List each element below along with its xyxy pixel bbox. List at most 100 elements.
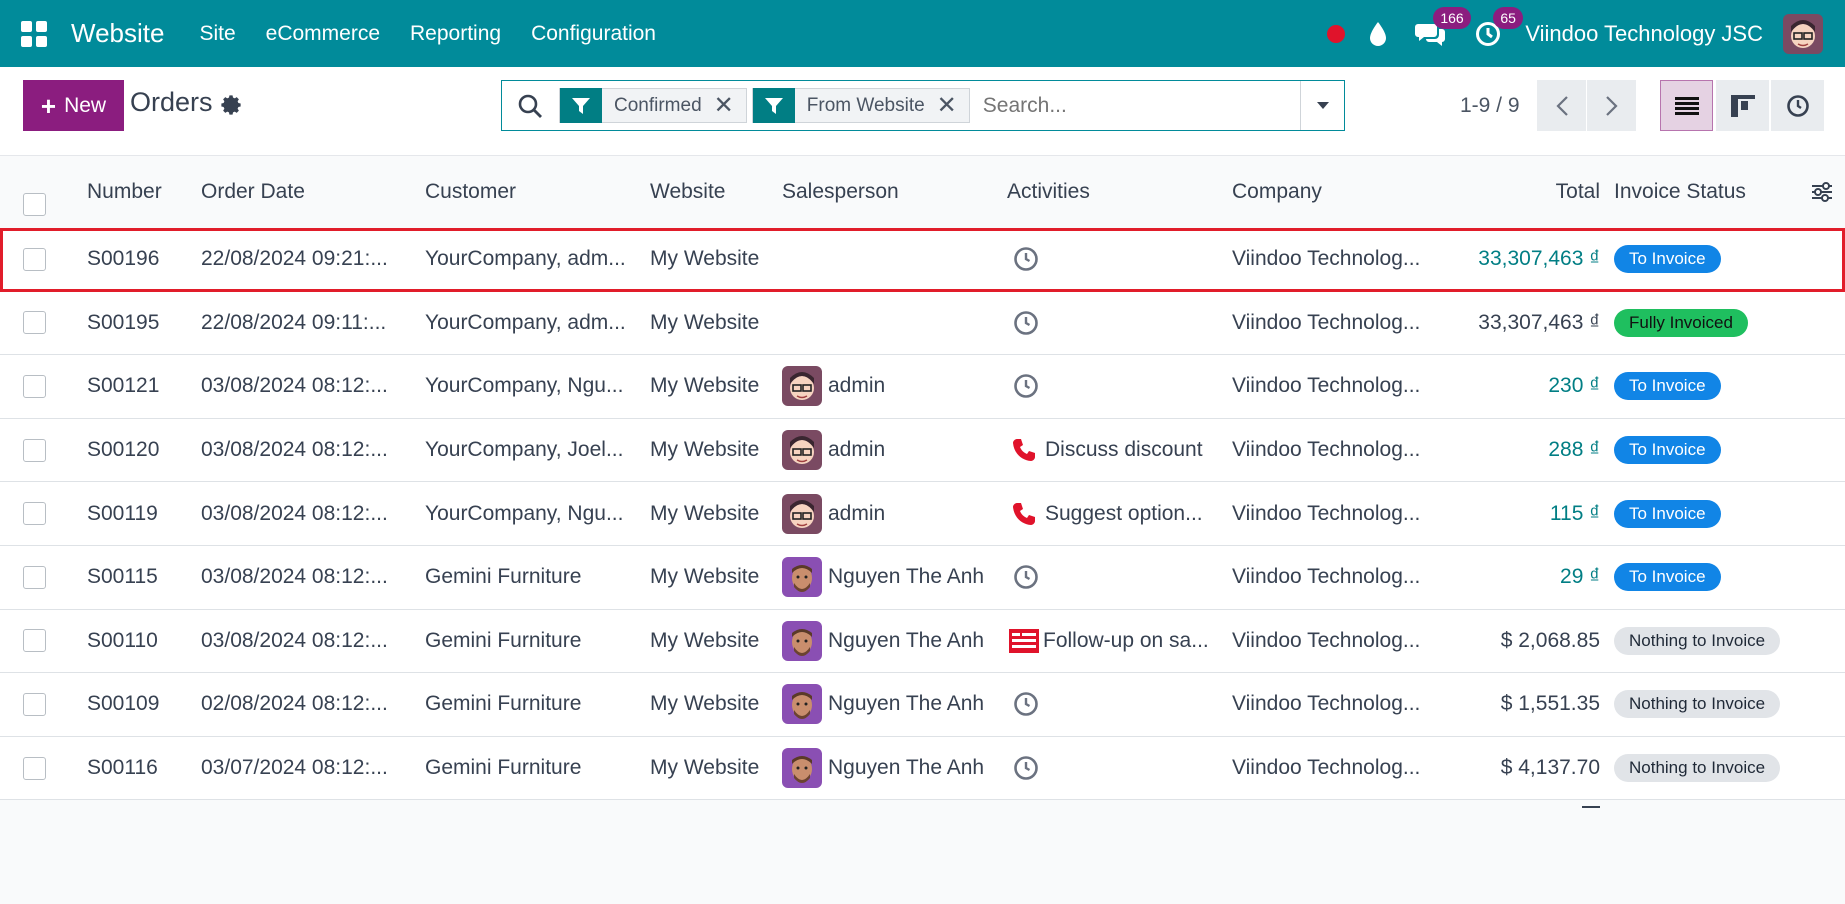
activity[interactable]: Follow-up on sa... [1007, 628, 1217, 653]
gear-icon[interactable] [220, 94, 242, 116]
header-invoice-status[interactable]: Invoice Status [1614, 180, 1834, 204]
activity[interactable]: Suggest option... [1007, 501, 1217, 527]
activity-view-button[interactable] [1771, 80, 1824, 131]
search-bar: Confirmed ✕ From Website ✕ [501, 80, 1345, 131]
salesperson-avatar[interactable] [782, 366, 822, 407]
plus-icon: + [40, 90, 57, 121]
row-checkbox[interactable] [23, 311, 46, 335]
new-button[interactable]: + New [23, 80, 124, 131]
select-all-checkbox[interactable] [23, 193, 46, 216]
customer-name: Gemini Furniture [425, 756, 582, 780]
activity[interactable] [1007, 691, 1217, 717]
row-checkbox[interactable] [23, 502, 46, 526]
order-date: 02/08/2024 08:12:... [201, 692, 388, 716]
row-checkbox[interactable] [23, 374, 46, 398]
clock-icon[interactable] [1013, 564, 1039, 590]
header-total[interactable]: Total [1438, 180, 1600, 204]
website-name: My Website [650, 438, 760, 462]
invoice-status: Nothing to Invoice [1614, 626, 1834, 655]
company-switcher[interactable]: Viindoo Technology JSC [1525, 21, 1763, 47]
status-badge: To Invoice [1614, 372, 1721, 401]
activity[interactable] [1007, 564, 1217, 590]
activity[interactable]: Discuss discount [1007, 437, 1217, 463]
header-customer[interactable]: Customer [425, 180, 635, 204]
salesperson-avatar[interactable] [782, 620, 822, 661]
pager-value[interactable]: 1-9 / 9 [1460, 94, 1520, 118]
clock-icon[interactable] [1013, 246, 1039, 272]
header-company[interactable]: Company [1232, 180, 1434, 204]
salesperson-avatar[interactable] [782, 493, 822, 534]
list-view-button[interactable] [1660, 80, 1713, 131]
clock-icon[interactable] [1013, 373, 1039, 399]
salesperson-avatar[interactable] [782, 557, 822, 598]
header-activities[interactable]: Activities [1007, 180, 1217, 204]
row-checkbox[interactable] [23, 692, 46, 716]
header-salesperson[interactable]: Salesperson [782, 180, 992, 204]
app-name[interactable]: Website [71, 18, 164, 49]
activity[interactable] [1007, 373, 1217, 399]
status-badge: To Invoice [1614, 436, 1721, 465]
phone-icon[interactable] [1011, 501, 1037, 527]
table-row[interactable]: S00110 03/08/2024 08:12:... Gemini Furni… [0, 609, 1845, 674]
header-order-date[interactable]: Order Date [201, 180, 406, 204]
table-row[interactable]: S00119 03/08/2024 08:12:... YourCompany,… [0, 482, 1845, 546]
menu-configuration[interactable]: Configuration [531, 22, 656, 46]
clock-icon[interactable] [1013, 691, 1039, 717]
header-number[interactable]: Number [87, 180, 192, 204]
table-row[interactable]: S00109 02/08/2024 08:12:... Gemini Furni… [0, 673, 1845, 737]
salesperson-avatar[interactable] [782, 748, 822, 789]
company-name: Viindoo Technolog... [1232, 628, 1421, 652]
table-row[interactable]: S00196 22/08/2024 09:21:... YourCompany,… [0, 228, 1845, 292]
header-website[interactable]: Website [650, 180, 775, 204]
recording-indicator-icon[interactable] [1327, 24, 1346, 43]
activity[interactable] [1007, 310, 1217, 336]
table-row[interactable]: S00116 03/07/2024 08:12:... Gemini Furni… [0, 736, 1845, 801]
salesperson-name: Nguyen The Anh [828, 692, 985, 716]
activity[interactable] [1007, 755, 1217, 781]
pager-next-button[interactable] [1587, 80, 1636, 131]
order-date: 03/08/2024 08:12:... [201, 438, 388, 462]
search-input[interactable] [974, 81, 1300, 130]
table-row[interactable]: S00121 03/08/2024 08:12:... YourCompany,… [0, 355, 1845, 419]
table-row[interactable]: S00115 03/08/2024 08:12:... Gemini Furni… [0, 545, 1845, 610]
page-title[interactable]: Orders [130, 87, 213, 118]
pager-previous-button[interactable] [1537, 80, 1586, 131]
messages-menu[interactable]: 166 [1415, 6, 1471, 47]
orders-table: Number Order Date Customer Website Sales… [0, 156, 1845, 801]
email-activity-icon[interactable] [1009, 628, 1039, 653]
column-settings-icon[interactable] [1810, 180, 1834, 204]
row-checkbox[interactable] [23, 438, 46, 462]
clock-icon[interactable] [1013, 310, 1039, 336]
filter-facet-from-website[interactable]: From Website ✕ [751, 88, 970, 123]
row-checkbox[interactable] [23, 565, 46, 589]
row-checkbox[interactable] [23, 756, 46, 780]
kanban-view-button[interactable] [1716, 80, 1769, 131]
menu-site[interactable]: Site [199, 22, 235, 46]
table-header: Number Order Date Customer Website Sales… [0, 156, 1845, 228]
clock-icon[interactable] [1013, 755, 1039, 781]
close-icon[interactable]: ✕ [937, 91, 969, 120]
company-name: Viindoo Technolog... [1232, 692, 1421, 716]
row-checkbox[interactable] [23, 247, 46, 271]
menu-ecommerce[interactable]: eCommerce [266, 22, 380, 46]
row-checkbox[interactable] [23, 629, 46, 653]
table-row[interactable]: S00120 03/08/2024 08:12:... YourCompany,… [0, 418, 1845, 483]
filter-facet-confirmed[interactable]: Confirmed ✕ [559, 88, 747, 123]
salesperson-name: admin [828, 501, 886, 525]
search-options-toggle[interactable] [1300, 81, 1344, 130]
apps-menu-icon[interactable] [21, 20, 47, 47]
activity[interactable] [1007, 246, 1217, 272]
phone-icon[interactable] [1011, 437, 1037, 463]
salesperson: admin [782, 493, 992, 534]
salesperson-avatar[interactable] [782, 684, 822, 725]
order-number: S00109 [87, 692, 160, 716]
user-avatar[interactable] [1783, 13, 1823, 54]
menu-reporting[interactable]: Reporting [410, 22, 501, 46]
activities-menu[interactable]: 65 [1475, 6, 1523, 47]
table-row[interactable]: S00195 22/08/2024 09:11:... YourCompany,… [0, 291, 1845, 356]
close-icon[interactable]: ✕ [714, 91, 746, 120]
salesperson-avatar[interactable] [782, 430, 822, 471]
water-drop-icon[interactable] [1367, 21, 1389, 47]
website-name: My Website [650, 374, 760, 398]
status-badge: To Invoice [1614, 499, 1721, 528]
